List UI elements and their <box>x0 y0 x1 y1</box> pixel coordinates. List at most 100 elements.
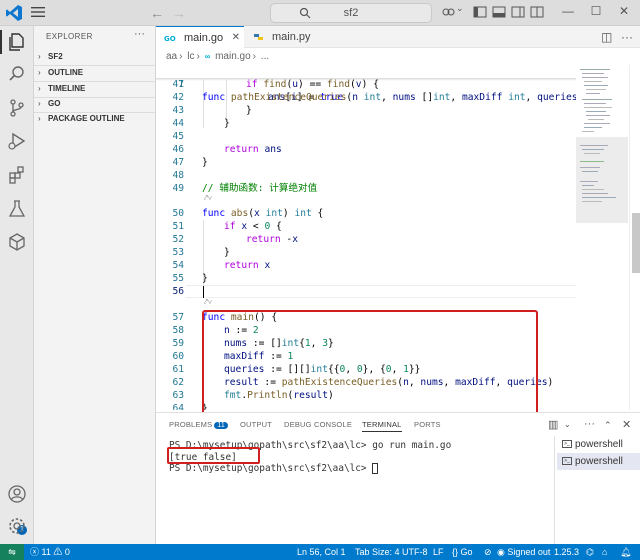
breadcrumb-item[interactable]: ... <box>261 51 269 62</box>
encoding[interactable]: UTF-8 <box>402 544 428 560</box>
code-line[interactable]: 58 n := 2 <box>156 324 576 337</box>
problems-status[interactable]: ⓧ 11 ⚠ 0 <box>30 544 70 560</box>
tab-ports[interactable]: PORTS <box>414 420 441 429</box>
extensions-icon[interactable] <box>7 165 27 185</box>
docker-icon[interactable] <box>7 232 27 252</box>
vertical-scrollbar[interactable] <box>629 65 640 410</box>
settings-gear-icon[interactable] <box>7 516 27 536</box>
explorer-icon[interactable] <box>7 32 27 52</box>
more-actions-icon[interactable]: ··· <box>621 30 633 44</box>
account-status[interactable]: ◉ Signed out <box>497 544 550 560</box>
copilot-icon[interactable] <box>441 5 455 19</box>
code-line[interactable]: 45 <box>156 130 576 143</box>
more-actions-icon[interactable]: ··· <box>134 28 145 40</box>
tab-main-py[interactable]: main.py <box>244 26 324 48</box>
copilot-icon[interactable]: ⌬ <box>586 544 594 560</box>
code-line[interactable]: 51 if x < 0 { <box>156 220 576 233</box>
code-line[interactable]: 55} <box>156 272 576 285</box>
terminal-item[interactable]: >_ powershell <box>557 436 640 453</box>
scrollbar-thumb[interactable] <box>632 213 640 273</box>
minimize-button[interactable]: — <box>560 4 576 20</box>
code-line[interactable]: 48 <box>156 169 576 182</box>
code-line[interactable]: 62 result := pathExistenceQueries(n, nums… <box>156 376 576 389</box>
go-file-icon: ∞ <box>204 52 211 61</box>
section-outline[interactable]: › OUTLINE <box>36 66 154 80</box>
toggle-sidebar-icon[interactable] <box>473 5 487 19</box>
code-line[interactable]: 57 func main() { <box>156 311 576 324</box>
remote-icon[interactable]: ⇋ <box>0 544 24 560</box>
run-debug-icon[interactable] <box>7 131 27 151</box>
arrow-left-icon[interactable]: ← <box>150 5 164 21</box>
minimap-line <box>580 181 598 182</box>
code-editor[interactable]: 7 func pathExistenceQueries(n int, nums … <box>156 65 576 410</box>
chevron-down-icon[interactable]: ⌄ <box>564 420 571 429</box>
source-control-icon[interactable] <box>7 98 27 118</box>
tab-problems[interactable]: PROBLEMS 11 <box>169 420 228 429</box>
section-sf2[interactable]: › SF2 <box>36 50 154 64</box>
sticky-scroll-line[interactable]: 7 func pathExistenceQueries(n int, nums … <box>156 65 576 103</box>
search-icon[interactable] <box>7 64 27 84</box>
toggle-secondary-sidebar-icon[interactable] <box>511 5 525 19</box>
code-line[interactable]: 61 queries := [][]int{{0, 0}, {0, 1}} <box>156 363 576 376</box>
bottom-panel: PROBLEMS 11 OUTPUT DEBUG CONSOLE TERMINAL… <box>156 412 640 544</box>
go-version[interactable]: 1.25.3 <box>554 544 579 560</box>
code-line[interactable]: 56 <box>156 285 576 298</box>
maximize-panel-icon[interactable]: ⌃ <box>604 420 612 431</box>
minimap-line <box>582 131 594 132</box>
tab-output[interactable]: OUTPUT <box>240 420 272 429</box>
tab-main-go[interactable]: GO main.go ✕ <box>156 26 244 48</box>
eol[interactable]: LF <box>433 544 444 560</box>
minimap-line <box>582 193 608 194</box>
section-package-outline[interactable]: › PACKAGE OUTLINE <box>36 112 154 126</box>
menu-icon[interactable] <box>31 6 45 18</box>
code-line[interactable]: 50 func abs(x int) int { <box>156 207 576 220</box>
notifications-bell-icon[interactable]: 🔔︎ <box>620 544 631 560</box>
terminal-prompt-line[interactable]: PS D:\mysetup\gopath\src\sf2\aa\lc> <box>169 463 379 474</box>
tab-size[interactable]: Tab Size: 4 <box>355 544 400 560</box>
code-line[interactable]: 47} <box>156 156 576 169</box>
minimap[interactable] <box>576 65 628 410</box>
chevron-right-icon: › <box>38 84 41 93</box>
code-line[interactable]: 52 return -x <box>156 233 576 246</box>
close-panel-icon[interactable]: ✕ <box>622 418 631 431</box>
chevron-down-icon[interactable]: ⌄ <box>456 3 470 17</box>
maximize-button[interactable]: ☐ <box>588 4 604 20</box>
tab-debug-console[interactable]: DEBUG CONSOLE <box>284 420 352 429</box>
code-line[interactable]: 43} <box>156 104 576 117</box>
cursor-position[interactable]: Ln 56, Col 1 <box>297 544 346 560</box>
references-codelens[interactable]: ⤤∨ <box>204 195 212 205</box>
terminal-layout-icon[interactable]: ▥ <box>548 418 558 431</box>
code-line[interactable]: 53} <box>156 246 576 259</box>
references-codelens[interactable]: ⤤∨ <box>204 299 212 309</box>
code-line[interactable]: 64} <box>156 402 576 410</box>
tab-terminal[interactable]: TERMINAL <box>362 420 402 432</box>
section-timeline[interactable]: › TIMELINE <box>36 82 154 96</box>
status-bar: ⇋ ⓧ 11 ⚠ 0 Ln 56, Col 1 Tab Size: 4 UTF-… <box>0 544 640 560</box>
close-window-button[interactable]: ✕ <box>616 4 632 20</box>
code-line[interactable]: 54 return x <box>156 259 576 272</box>
arrow-right-icon[interactable]: → <box>172 5 186 21</box>
split-editor-icon[interactable]: ◫ <box>601 30 612 44</box>
language-mode[interactable]: {} Go <box>452 544 473 560</box>
breadcrumb-item[interactable]: aa <box>166 51 177 62</box>
code-line[interactable]: 59 nums := []int{1, 3} <box>156 337 576 350</box>
code-line[interactable]: 46 return ans <box>156 143 576 156</box>
accounts-icon[interactable] <box>7 484 27 504</box>
code-line[interactable]: 60 maxDiff := 1 <box>156 350 576 363</box>
breadcrumb-item[interactable]: lc <box>187 51 194 62</box>
close-tab-icon[interactable]: ✕ <box>232 27 240 49</box>
search-input[interactable]: sf2 <box>270 3 432 23</box>
testing-icon[interactable] <box>7 199 27 219</box>
minimap-line <box>580 145 608 146</box>
code-line[interactable]: 41if find(u) == find(v) { <box>156 78 576 91</box>
code-line[interactable]: 49// 辅助函数: 计算绝对值 <box>156 182 576 195</box>
customize-layout-icon[interactable] <box>530 5 544 19</box>
toggle-panel-icon[interactable] <box>492 5 506 19</box>
code-line[interactable]: 44} <box>156 117 576 130</box>
code-line[interactable]: 63 fmt.Println(result) <box>156 389 576 402</box>
more-actions-icon[interactable]: ··· <box>584 418 595 430</box>
breadcrumb-item[interactable]: main.go <box>215 51 251 62</box>
terminal-item[interactable]: >_ powershell <box>557 453 640 470</box>
section-go[interactable]: › GO <box>36 97 154 111</box>
feedback-icon[interactable]: ⌂ <box>602 544 607 560</box>
